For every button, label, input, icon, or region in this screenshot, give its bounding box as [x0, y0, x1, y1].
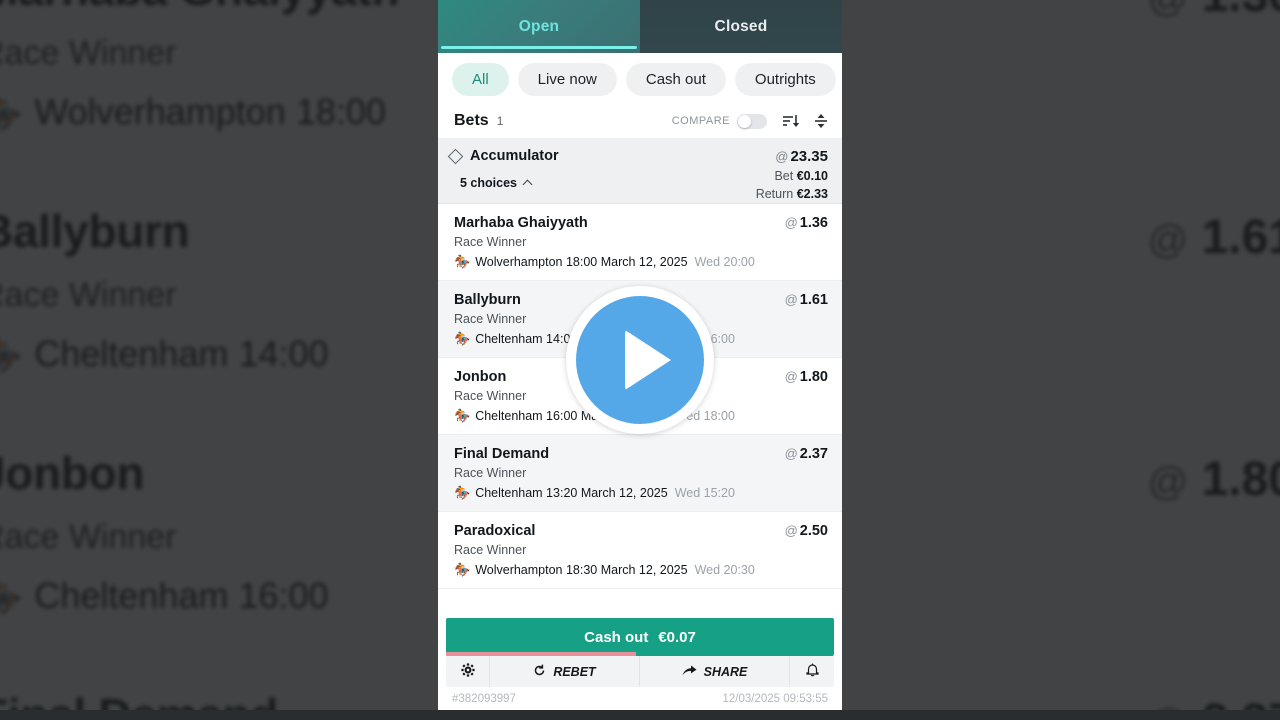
- chip-all-label: All: [472, 70, 489, 88]
- bets-header: Bets 1 COMPARE: [438, 104, 842, 138]
- rebet-button[interactable]: REBET: [490, 656, 640, 687]
- compare-toggle[interactable]: [737, 113, 767, 129]
- share-arrow-icon: [682, 664, 697, 680]
- accumulator-title: Accumulator: [470, 148, 559, 164]
- bet-footer: #382093997 12/03/2025 09:53:55: [438, 688, 842, 710]
- selection-odds: @2.37: [785, 446, 828, 462]
- selection-local-time: Wed 20:00: [694, 255, 755, 269]
- chip-cash-out-label: Cash out: [645, 70, 706, 88]
- horse-racing-icon: 🏇: [454, 485, 471, 500]
- selection-local-time: Wed 15:20: [674, 486, 735, 500]
- bets-count: 1: [496, 114, 504, 128]
- accumulator-odds: @23.35: [756, 148, 828, 165]
- selection-name: Paradoxical: [454, 523, 536, 539]
- return-amount: €2.33: [796, 187, 828, 201]
- notifications-button[interactable]: [790, 656, 834, 687]
- accumulator-odds-value: 23.35: [790, 148, 828, 165]
- chip-live-now-label: Live now: [537, 70, 597, 88]
- cashout-amount: €0.07: [658, 628, 696, 646]
- selection-market: Race Winner: [454, 235, 527, 249]
- chip-outrights[interactable]: Outrights: [734, 62, 836, 96]
- tab-closed[interactable]: Closed: [640, 0, 842, 53]
- selection-row[interactable]: Final Demand Race Winner 🏇 Cheltenham 13…: [438, 435, 842, 512]
- expand-collapse-icon[interactable]: [814, 113, 828, 129]
- share-button[interactable]: SHARE: [640, 656, 790, 687]
- selection-event: 🏇 Wolverhampton 18:30 March 12, 2025 Wed…: [454, 562, 828, 578]
- accumulator-figures: @23.35 Bet €0.10 Return €2.33: [756, 148, 828, 201]
- at-symbol: @: [784, 369, 798, 384]
- chip-all[interactable]: All: [452, 62, 509, 96]
- accumulator-card-header[interactable]: Accumulator 5 choices @23.35 Bet €0.10 R…: [438, 138, 842, 204]
- accumulator-stake: Bet €0.10: [756, 169, 828, 183]
- bet-amount: €0.10: [796, 169, 828, 183]
- selection-odds: @1.61: [785, 292, 828, 308]
- selection-odds-value: 1.80: [799, 369, 828, 385]
- selection-odds: @1.36: [785, 215, 828, 231]
- play-button-inner: [576, 296, 704, 424]
- selection-odds-value: 1.61: [799, 292, 828, 308]
- selection-odds-value: 2.37: [799, 446, 828, 462]
- bottom-letterbox-strip: [0, 710, 1280, 720]
- selection-local-time: Wed 20:30: [694, 563, 755, 577]
- selection-event: 🏇 Wolverhampton 18:00 March 12, 2025 Wed…: [454, 254, 828, 270]
- horse-racing-icon: 🏇: [454, 562, 471, 577]
- chip-outrights-label: Outrights: [754, 70, 816, 88]
- horse-racing-icon: 🏇: [454, 408, 471, 423]
- open-closed-tabbar: Open Closed: [438, 0, 842, 53]
- tab-closed-label: Closed: [714, 17, 768, 35]
- rebet-label: REBET: [553, 664, 596, 679]
- cashout-button[interactable]: Cash out €0.07: [446, 618, 834, 656]
- chevron-up-icon: [522, 179, 533, 190]
- bet-timestamp: 12/03/2025 09:53:55: [722, 693, 828, 705]
- selection-odds-value: 1.36: [799, 215, 828, 231]
- return-label: Return: [755, 187, 794, 201]
- chip-cash-out[interactable]: Cash out: [625, 62, 726, 96]
- selection-market: Race Winner: [454, 543, 527, 557]
- bet-id: #382093997: [452, 693, 516, 705]
- refresh-icon: [533, 664, 546, 680]
- selection-odds: @2.50: [785, 523, 828, 539]
- selection-market: Race Winner: [454, 466, 527, 480]
- share-label: SHARE: [703, 664, 748, 679]
- selection-odds: @1.80: [785, 369, 828, 385]
- selection-name: Final Demand: [454, 446, 550, 462]
- selection-row[interactable]: Paradoxical Race Winner 🏇 Wolverhampton …: [438, 512, 842, 589]
- at-symbol: @: [784, 215, 798, 230]
- horse-racing-icon: 🏇: [454, 331, 471, 346]
- horse-racing-icon: 🏇: [454, 254, 471, 269]
- selection-event: 🏇 Cheltenham 13:20 March 12, 2025 Wed 15…: [454, 485, 828, 501]
- gear-icon: [460, 663, 475, 680]
- cashout-container: Cash out €0.07: [438, 618, 842, 656]
- selection-row[interactable]: Marhaba Ghaiyyath Race Winner 🏇 Wolverha…: [438, 204, 842, 281]
- at-symbol: @: [784, 523, 798, 538]
- bets-label: Bets: [454, 112, 489, 129]
- at-symbol: @: [784, 446, 798, 461]
- selection-event-text: Cheltenham 13:20 March 12, 2025: [475, 486, 668, 500]
- settings-button[interactable]: [446, 656, 490, 687]
- sort-descending-icon[interactable]: [782, 114, 799, 128]
- filter-chip-row[interactable]: All Live now Cash out Outrights: [438, 53, 842, 104]
- at-symbol: @: [784, 292, 798, 307]
- selection-odds-value: 2.50: [799, 523, 828, 539]
- play-triangle: [625, 330, 671, 390]
- choices-toggle[interactable]: 5 choices: [460, 176, 533, 190]
- selection-name: Marhaba Ghaiyyath: [454, 215, 588, 231]
- bell-icon: [805, 663, 819, 680]
- selection-event-text: Wolverhampton 18:30 March 12, 2025: [475, 563, 688, 577]
- at-symbol: @: [775, 149, 789, 164]
- tab-open-label: Open: [518, 17, 560, 35]
- diamond-outline-icon: [447, 148, 464, 164]
- selection-event-text: Wolverhampton 18:00 March 12, 2025: [475, 255, 688, 269]
- accumulator-return: Return €2.33: [756, 187, 828, 201]
- cashout-label: Cash out: [584, 628, 649, 646]
- bet-action-bar: REBET SHARE: [446, 656, 834, 687]
- choices-label: 5 choices: [460, 176, 517, 190]
- bet-label: Bet: [774, 169, 794, 183]
- chip-live-now[interactable]: Live now: [517, 62, 617, 96]
- play-button-icon[interactable]: [566, 286, 714, 434]
- compare-label: COMPARE: [671, 115, 730, 127]
- tab-open[interactable]: Open: [438, 0, 640, 53]
